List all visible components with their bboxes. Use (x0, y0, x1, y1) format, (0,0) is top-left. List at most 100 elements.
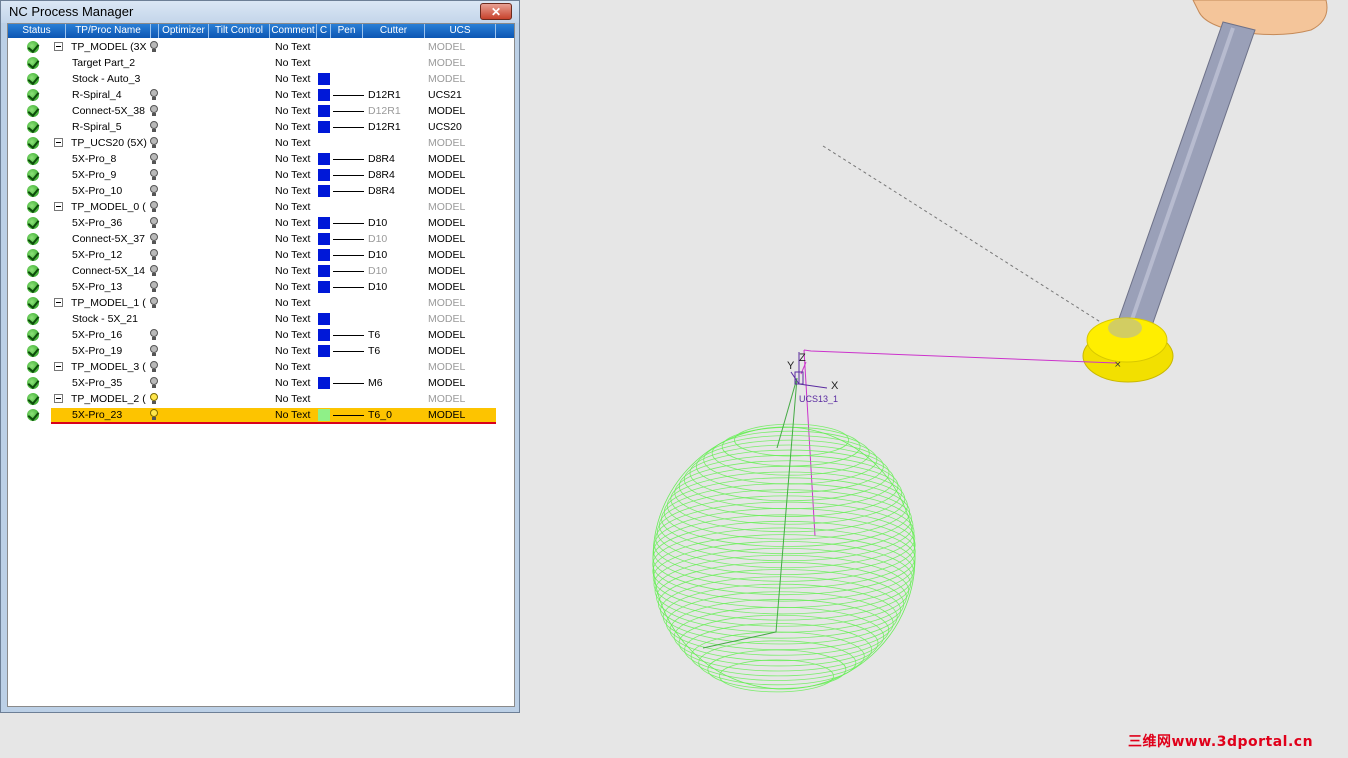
color-swatch[interactable] (318, 185, 330, 197)
color-swatch[interactable] (318, 73, 330, 85)
color-swatch[interactable] (318, 265, 330, 277)
tool-holder (1192, 0, 1328, 36)
toolpath-row[interactable]: Target Part_2 No Text MODEL (8, 55, 514, 71)
column-color[interactable]: C (317, 24, 331, 38)
color-swatch[interactable] (318, 313, 330, 325)
column-flag[interactable] (151, 24, 159, 38)
toolpath-group-row[interactable]: TP_UCS20 (5X) No Text MODEL (8, 135, 514, 151)
toolpath-row[interactable]: 5X-Pro_35 No Text M6 MODEL (8, 375, 514, 391)
row-ucs: MODEL (428, 409, 466, 421)
lightbulb-icon[interactable] (150, 185, 158, 196)
toolpath-row[interactable]: Connect-5X_37 No Text D10 MODEL (8, 231, 514, 247)
collapse-icon[interactable] (54, 298, 63, 307)
sphere-wireframe (652, 423, 916, 693)
color-swatch[interactable] (318, 409, 330, 421)
lightbulb-icon[interactable] (150, 297, 158, 308)
color-swatch[interactable] (318, 121, 330, 133)
row-comment: No Text (275, 297, 311, 309)
title-bar[interactable]: NC Process Manager ✕ (1, 1, 519, 23)
lightbulb-icon[interactable] (150, 41, 158, 52)
column-tilt-control[interactable]: Tilt Control (209, 24, 270, 38)
color-swatch[interactable] (318, 217, 330, 229)
lightbulb-icon[interactable] (150, 377, 158, 388)
toolpath-row[interactable]: 5X-Pro_10 No Text D8R4 MODEL (8, 183, 514, 199)
column-pen[interactable]: Pen (331, 24, 363, 38)
toolpath-row[interactable]: 5X-Pro_12 No Text D10 MODEL (8, 247, 514, 263)
toolpath-row[interactable]: Connect-5X_38 No Text D12R1 MODEL (8, 103, 514, 119)
row-comment: No Text (275, 201, 311, 213)
color-swatch[interactable] (318, 169, 330, 181)
lightbulb-icon[interactable] (150, 217, 158, 228)
color-swatch[interactable] (318, 345, 330, 357)
lightbulb-icon[interactable] (150, 265, 158, 276)
lightbulb-icon[interactable] (150, 137, 158, 148)
lightbulb-icon[interactable] (150, 153, 158, 164)
toolpath-row[interactable]: 5X-Pro_9 No Text D8R4 MODEL (8, 167, 514, 183)
lightbulb-icon[interactable] (150, 409, 158, 420)
toolpath-row[interactable]: 5X-Pro_36 No Text D10 MODEL (8, 215, 514, 231)
status-check-icon (27, 361, 39, 373)
color-swatch[interactable] (318, 377, 330, 389)
color-swatch[interactable] (318, 281, 330, 293)
lightbulb-icon[interactable] (150, 361, 158, 372)
toolpath-group-row[interactable]: TP_MODEL_3 (No Text MODEL (8, 359, 514, 375)
toolpath-group-row[interactable]: TP_MODEL_2 (No Text MODEL (8, 391, 514, 407)
status-check-icon (27, 153, 39, 165)
column-status[interactable]: Status (8, 24, 66, 38)
row-ucs: MODEL (428, 41, 466, 53)
toolpath-row[interactable]: 5X-Pro_13 No Text D10 MODEL (8, 279, 514, 295)
toolpath-row[interactable]: R-Spiral_4 No Text D12R1 UCS21 (8, 87, 514, 103)
toolpath-row[interactable]: Connect-5X_14 No Text D10 MODEL (8, 263, 514, 279)
lightbulb-icon[interactable] (150, 281, 158, 292)
column-comment[interactable]: Comment (270, 24, 317, 38)
scene-svg: × Y Z X UCS13_1 (652, 0, 1328, 693)
lightbulb-icon[interactable] (150, 249, 158, 260)
toolpath-group-row[interactable]: TP_MODEL_1 (No Text MODEL (8, 295, 514, 311)
collapse-icon[interactable] (54, 202, 63, 211)
lightbulb-icon[interactable] (150, 233, 158, 244)
color-swatch[interactable] (318, 105, 330, 117)
lightbulb-icon[interactable] (150, 201, 158, 212)
status-check-icon (27, 265, 39, 277)
column-ucs[interactable]: UCS (425, 24, 496, 38)
collapse-icon[interactable] (54, 362, 63, 371)
pen-line (333, 175, 364, 176)
row-name: 5X-Pro_13 (72, 281, 123, 293)
row-cutter: D10 (368, 265, 388, 277)
toolpath-group-row[interactable]: TP_MODEL (3X No Text MODEL (8, 39, 514, 55)
lightbulb-icon[interactable] (150, 169, 158, 180)
toolpath-row[interactable]: Stock - Auto_3 No Text MODEL (8, 71, 514, 87)
color-swatch[interactable] (318, 329, 330, 341)
row-name: Stock - Auto_3 (72, 73, 141, 85)
axis-y-label: Y (787, 360, 795, 372)
lightbulb-icon[interactable] (150, 345, 158, 356)
color-swatch[interactable] (318, 233, 330, 245)
toolpath-row[interactable]: 5X-Pro_19 No Text T6 MODEL (8, 343, 514, 359)
collapse-icon[interactable] (54, 42, 63, 51)
lightbulb-icon[interactable] (150, 89, 158, 100)
graphics-viewport[interactable]: × Y Z X UCS13_1 (521, 0, 1348, 753)
column-cutter[interactable]: Cutter (363, 24, 425, 38)
lightbulb-icon[interactable] (150, 329, 158, 340)
toolpath-row[interactable]: 5X-Pro_23 No Text T6_0 MODEL (8, 407, 514, 424)
toolpath-group-row[interactable]: TP_MODEL_0 (No Text MODEL (8, 199, 514, 215)
color-swatch[interactable] (318, 249, 330, 261)
lightbulb-icon[interactable] (150, 105, 158, 116)
close-button[interactable]: ✕ (480, 3, 512, 20)
color-swatch[interactable] (318, 89, 330, 101)
column-name[interactable]: TP/Proc Name (66, 24, 151, 38)
lightbulb-icon[interactable] (150, 121, 158, 132)
pen-line (333, 351, 364, 352)
collapse-icon[interactable] (54, 138, 63, 147)
toolpath-row[interactable]: Stock - 5X_21 No Text MODEL (8, 311, 514, 327)
pen-line (333, 255, 364, 256)
collapse-icon[interactable] (54, 394, 63, 403)
toolpath-row[interactable]: R-Spiral_5 No Text D12R1 UCS20 (8, 119, 514, 135)
row-cutter: T6_0 (368, 409, 392, 421)
color-swatch[interactable] (318, 153, 330, 165)
pen-line (333, 127, 364, 128)
lightbulb-icon[interactable] (150, 393, 158, 404)
toolpath-row[interactable]: 5X-Pro_16 No Text T6 MODEL (8, 327, 514, 343)
toolpath-row[interactable]: 5X-Pro_8 No Text D8R4 MODEL (8, 151, 514, 167)
column-optimizer[interactable]: Optimizer (159, 24, 209, 38)
